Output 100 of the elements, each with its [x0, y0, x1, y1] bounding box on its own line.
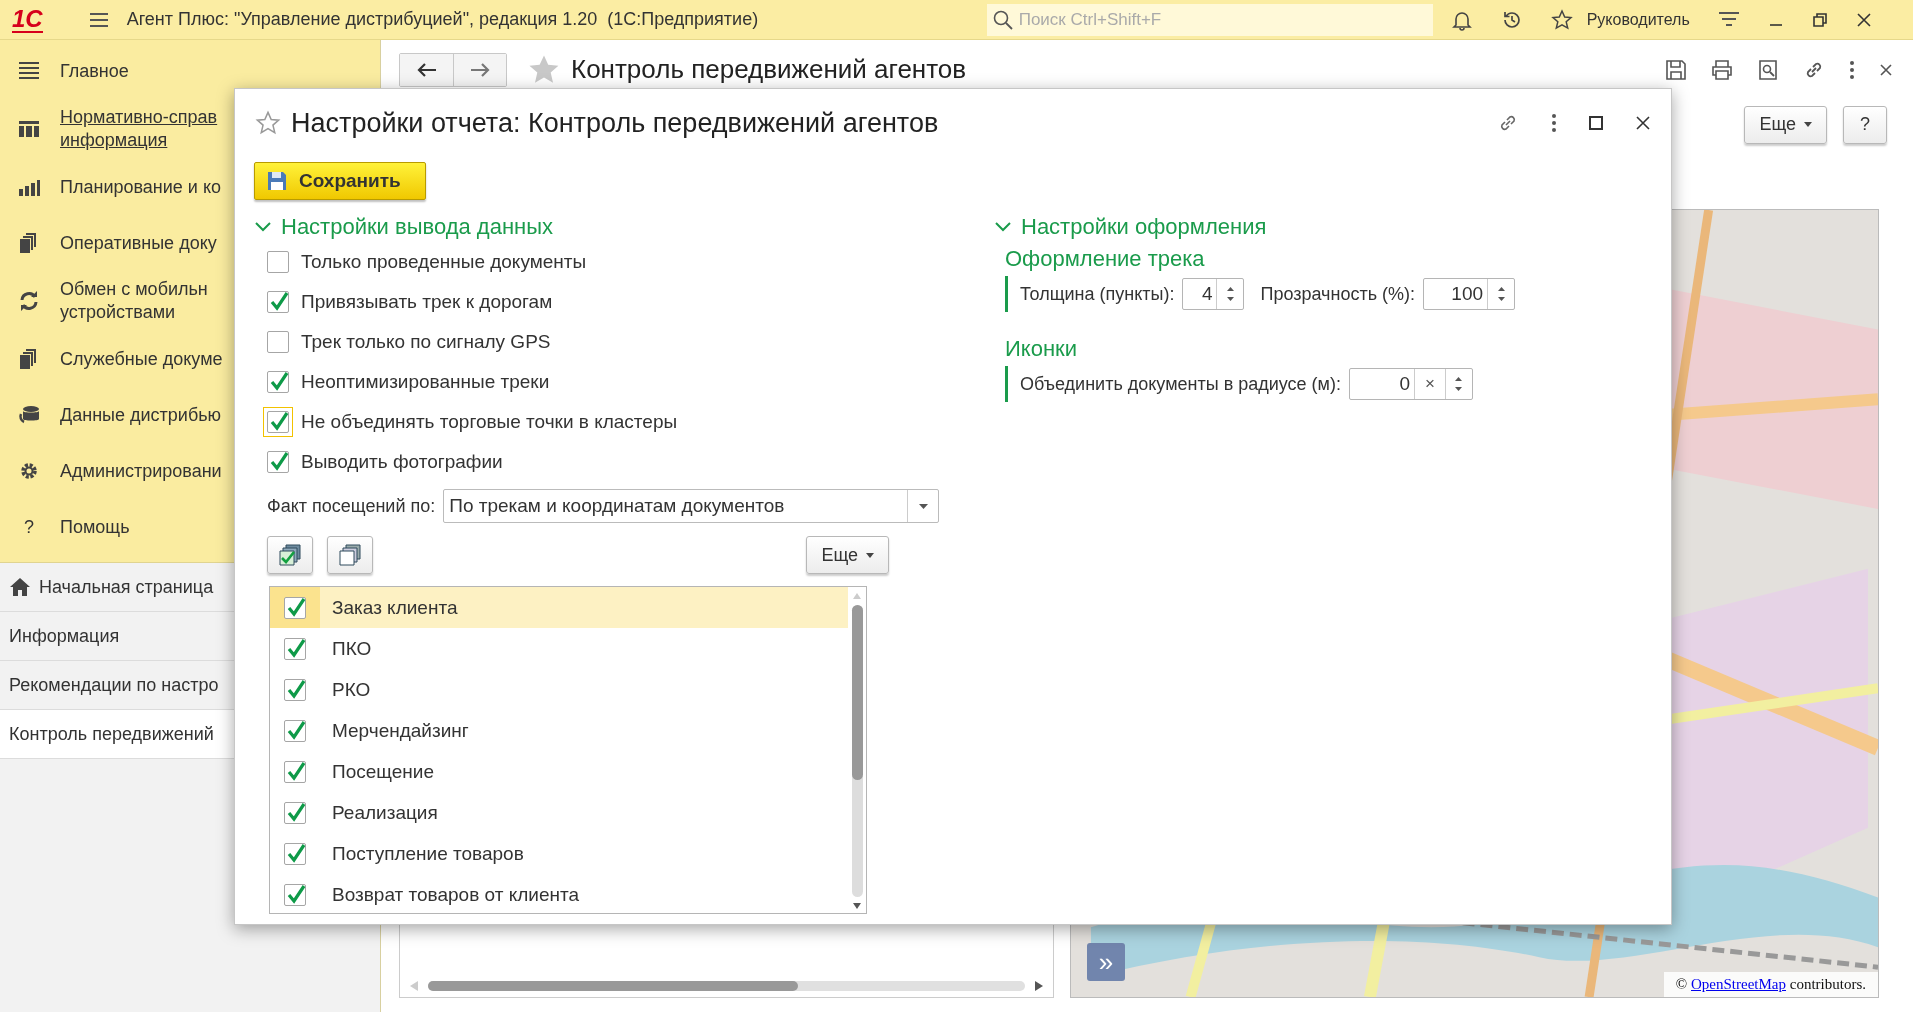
checkbox[interactable] [284, 883, 306, 906]
dropdown-field[interactable]: По трекам и координатам документов [443, 489, 940, 523]
star-icon[interactable] [1550, 8, 1573, 31]
help-icon: ? [18, 516, 40, 538]
gear-icon [18, 460, 40, 482]
map-attribution: © OpenStreetMap contributors. [1663, 972, 1878, 997]
checkbox[interactable] [284, 842, 306, 865]
user-name[interactable]: Руководитель [1586, 10, 1690, 29]
save-button[interactable]: Сохранить [254, 162, 426, 200]
close-icon[interactable] [1635, 115, 1651, 131]
more-icon[interactable] [1551, 113, 1557, 133]
field-label: Факт посещений по: [267, 495, 436, 517]
section-link[interactable]: Служебные докуме [60, 347, 223, 371]
list-row[interactable]: Поступление товаров [270, 833, 848, 874]
option-label: Выводить фотографии [301, 451, 503, 473]
app-title: Агент Плюс: "Управление дистрибуцией", редакция 1.20 (1С:Предприятие) [126, 9, 760, 30]
checkbox[interactable] [267, 291, 289, 313]
document-type-name: Поступление товаров [331, 842, 524, 865]
group-title: Иконки [1005, 336, 1078, 362]
section-header[interactable]: Настройки вывода данных [255, 212, 975, 242]
check-all-icon [278, 544, 302, 566]
document-type-name: ПКО [331, 637, 372, 660]
preview-icon[interactable] [1757, 58, 1779, 81]
option-label: Неоптимизированные треки [301, 371, 550, 393]
scroll-right-icon[interactable] [1035, 981, 1043, 991]
checkbox[interactable] [284, 801, 306, 824]
check-all-button[interactable] [267, 536, 313, 574]
checkbox[interactable] [284, 596, 306, 619]
document-type-name: Посещение [331, 760, 434, 783]
uncheck-all-button[interactable] [327, 536, 373, 574]
more-button[interactable]: Еще [1744, 105, 1827, 144]
chevron-icon [255, 222, 271, 232]
document-type-name: Возврат товаров от клиента [331, 883, 579, 906]
checkbox[interactable] [267, 371, 289, 393]
caret-icon [866, 552, 874, 558]
close-icon[interactable] [1879, 62, 1893, 77]
app-logo: 1С [12, 6, 43, 33]
option-label: Привязывать трек к дорогам [301, 291, 553, 313]
save-icon[interactable] [1665, 58, 1687, 81]
field-label: Толщина (пункты): [1020, 283, 1175, 305]
section-link[interactable]: Нормативно-справ информация [60, 106, 218, 152]
list-row[interactable]: Реализация [270, 792, 848, 833]
help-button[interactable]: ? [1843, 105, 1887, 144]
number-field[interactable]: 0 × [1348, 368, 1473, 400]
document-type-name: РКО [331, 678, 371, 701]
section-link[interactable]: Данные дистрибью [60, 403, 222, 427]
forward-button[interactable] [453, 53, 506, 86]
report-title: Контроль передвижений агентов [571, 54, 967, 86]
print-icon[interactable] [1711, 58, 1733, 81]
list-row[interactable]: Возврат товаров от клиента [270, 874, 848, 913]
number-field[interactable]: 4 [1182, 278, 1245, 310]
clear-button[interactable]: × [1413, 369, 1445, 399]
menu-icon[interactable] [88, 11, 109, 28]
openstreetmap-link[interactable]: OpenStreetMap [1691, 976, 1786, 992]
table-icon [18, 119, 40, 139]
scroll-down-icon[interactable] [853, 903, 861, 909]
section-link[interactable]: Оперативные доку [60, 231, 217, 255]
caret-icon [1804, 122, 1812, 128]
number-field[interactable]: 100 [1423, 278, 1516, 310]
more-icon[interactable] [1849, 59, 1855, 80]
restore-icon[interactable] [1811, 11, 1828, 28]
checkbox[interactable] [284, 760, 306, 783]
bar-chart-icon [18, 177, 40, 197]
search-field[interactable]: Поиск Ctrl+Shift+F [986, 3, 1433, 36]
dialog-title: Настройки отчета: Контроль передвижений агентов [291, 107, 939, 139]
caret-icon [918, 503, 928, 509]
up-down-arrows-icon [1497, 285, 1505, 303]
section-link[interactable]: Администрировани [60, 459, 222, 483]
expand-button[interactable]: » [1087, 943, 1125, 981]
field-label: Объединить документы в радиусе (м): [1020, 373, 1341, 395]
search-icon [992, 9, 1013, 30]
checkbox[interactable] [284, 719, 306, 742]
back-button[interactable] [400, 53, 453, 86]
field-label: Прозрачность (%): [1260, 283, 1416, 305]
checkbox[interactable] [267, 251, 289, 273]
copy-pages-icon [338, 544, 362, 566]
maximize-icon[interactable] [1589, 116, 1603, 130]
menu-icon [18, 61, 40, 81]
section-link[interactable]: Главное [60, 59, 129, 83]
list-row[interactable]: Заказ клиента [270, 587, 848, 628]
star-icon[interactable] [255, 110, 281, 136]
home-icon [9, 577, 31, 597]
up-down-arrows-icon [1455, 375, 1463, 393]
forward-arrow-icon [470, 62, 490, 77]
document-type-name: Реализация [331, 801, 438, 824]
close-icon[interactable] [1855, 11, 1872, 28]
more-button[interactable]: Еще [806, 536, 889, 574]
section-link[interactable]: Обмен с мобильн устройствами [60, 278, 208, 324]
settings-menu-icon[interactable] [1717, 10, 1740, 29]
chevron-icon [995, 222, 1011, 232]
checkbox[interactable] [284, 678, 306, 701]
section-header[interactable]: Настройки оформления [995, 212, 1516, 242]
section-link[interactable]: Планирование и ко [60, 175, 221, 199]
group-title: Оформление трека [1005, 246, 1206, 272]
option-label: Не объединять торговые точки в кластеры [301, 411, 678, 433]
checkbox[interactable] [267, 331, 289, 353]
option-label: Трек только по сигналу GPS [301, 331, 551, 353]
section-link[interactable]: Помощь [60, 515, 130, 539]
checkbox[interactable] [284, 637, 306, 660]
checkbox[interactable] [267, 451, 289, 473]
